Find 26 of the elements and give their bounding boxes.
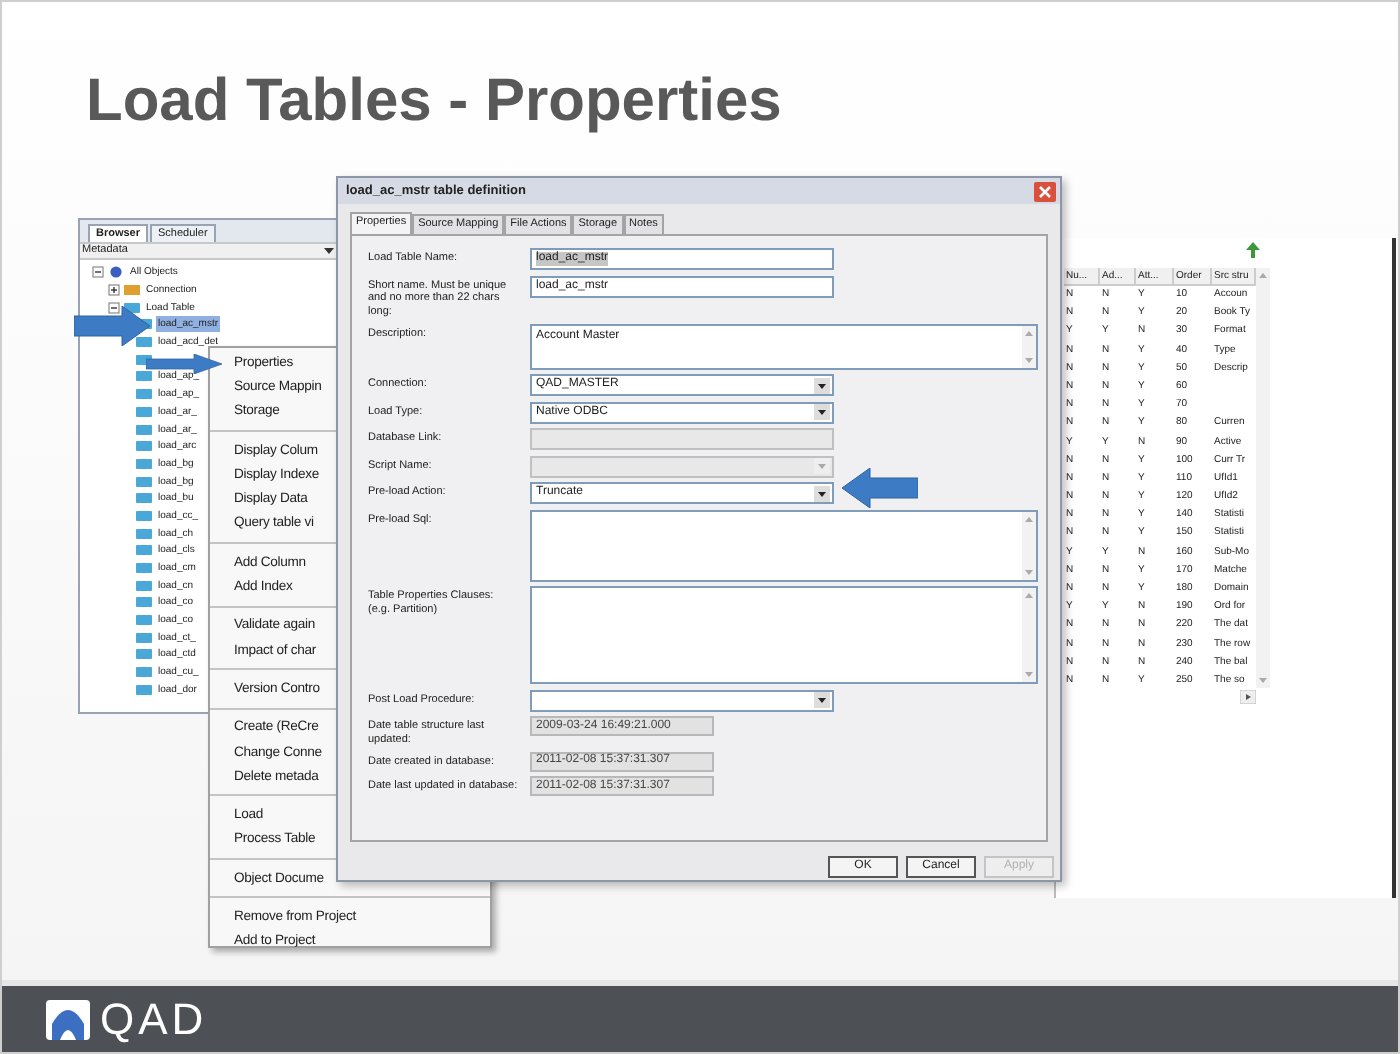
slide-title: Load Tables - Properties xyxy=(86,66,784,138)
caret-icon xyxy=(814,404,830,420)
scrollbar-icon[interactable] xyxy=(1022,511,1036,579)
scrollbar-icon[interactable] xyxy=(1022,325,1036,367)
scrollbar-icon[interactable] xyxy=(1022,588,1036,682)
logo-icon xyxy=(46,999,90,1039)
caret-icon xyxy=(814,377,830,393)
logo-text: QAD xyxy=(100,995,208,1043)
pointer-arrow-icon xyxy=(842,468,918,508)
caret-icon[interactable] xyxy=(324,248,334,254)
arrow-icon[interactable] xyxy=(1246,242,1260,258)
collapse-icon[interactable] xyxy=(108,301,120,314)
pointer-arrow-icon xyxy=(146,353,222,373)
caret-icon xyxy=(814,485,830,501)
text-area[interactable] xyxy=(530,509,1038,581)
caret-icon xyxy=(814,692,830,708)
pointer-arrow-icon xyxy=(74,306,150,346)
collapse-icon[interactable] xyxy=(92,266,104,279)
caret-icon xyxy=(814,458,830,474)
text-area[interactable] xyxy=(530,586,1038,684)
expand-icon[interactable] xyxy=(108,284,120,297)
globe-icon xyxy=(108,266,124,279)
dropdown-field[interactable] xyxy=(530,689,834,711)
scrollbar-icon[interactable] xyxy=(1256,268,1270,688)
scroll-right-icon[interactable] xyxy=(1240,690,1256,705)
close-icon[interactable] xyxy=(1034,181,1056,201)
